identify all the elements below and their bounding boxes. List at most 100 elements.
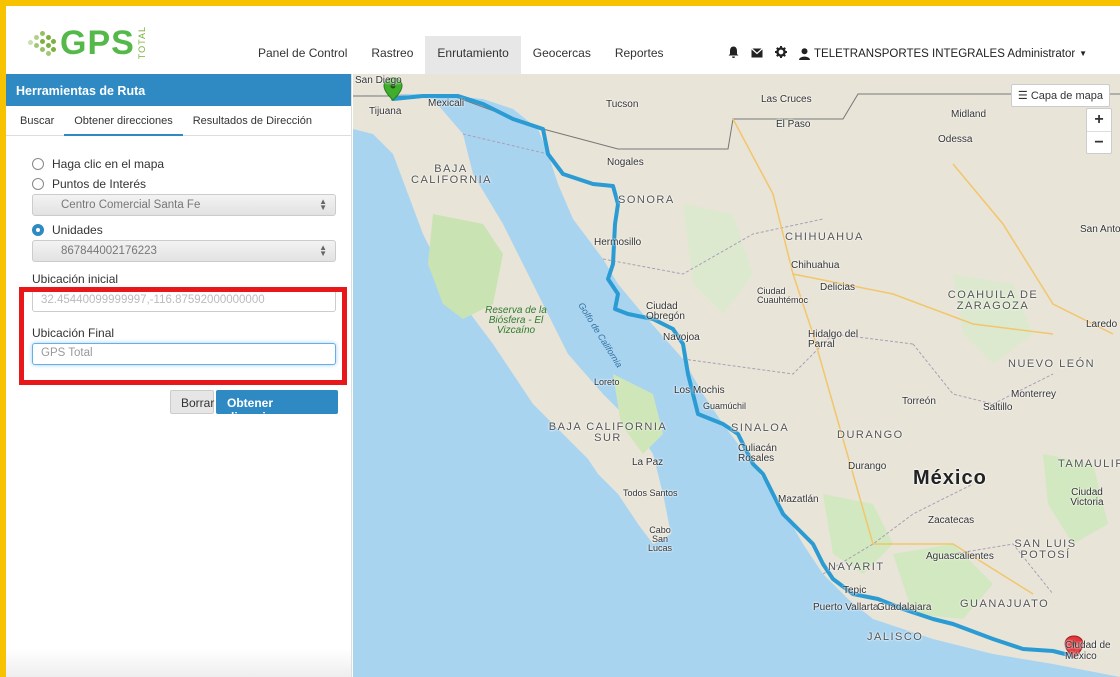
logo-text: GPS [60, 23, 135, 62]
user-menu[interactable]: TELETRANSPORTES INTEGRALES Administrator… [799, 48, 1087, 60]
radio-label: Unidades [52, 223, 103, 237]
radio-button[interactable] [32, 158, 44, 170]
nav-reportes[interactable]: Reportes [603, 36, 676, 74]
city-label: San Antonio [1080, 224, 1120, 235]
city-label: Mexicali [428, 98, 465, 109]
country-label: México [913, 467, 987, 489]
zoom-out-button[interactable]: − [1087, 131, 1111, 153]
radio-button-selected[interactable] [32, 224, 44, 236]
state-label: NAYARIT [828, 561, 885, 573]
city-label: Tepic [843, 585, 867, 596]
zoom-in-button[interactable]: + [1087, 109, 1111, 131]
city-label: Hidalgo del Parral [808, 329, 859, 350]
gps-total-logo[interactable]: GPS TOTAL [26, 23, 147, 62]
city-label: San Diego [355, 75, 402, 86]
city-label: Ciudad de México [1065, 640, 1111, 662]
state-label: JALISCO [867, 631, 924, 643]
radio-click-map[interactable]: Haga clic en el mapa [32, 154, 351, 174]
city-label: Navojoa [663, 332, 700, 343]
city-label: La Paz [632, 457, 664, 468]
city-label: Zacatecas [928, 515, 975, 526]
city-label: Tijuana [369, 106, 402, 117]
radio-poi[interactable]: Puntos de Interés [32, 174, 351, 194]
state-label: COAHUILA DE ZARAGOZA [947, 289, 1039, 312]
user-icon [799, 47, 810, 60]
city-label: Odessa [938, 134, 973, 145]
city-label: Los Mochis [674, 385, 725, 396]
city-label: Mazatlán [778, 494, 819, 505]
top-navbar: GPS TOTAL Panel de Control Rastreo Enrut… [6, 6, 1120, 74]
radio-label: Puntos de Interés [52, 177, 147, 191]
get-directions-button[interactable]: Obtener direcciones [216, 390, 338, 424]
nav-panel-de-control[interactable]: Panel de Control [246, 36, 359, 74]
select-arrows-icon: ▲ ▼ [319, 197, 327, 212]
logo-subtext: TOTAL [136, 26, 147, 60]
clear-button[interactable]: Borrar [170, 390, 214, 414]
units-select[interactable]: 867844002176223 ▲ ▼ [32, 240, 336, 262]
state-label: SONORA [618, 194, 675, 206]
city-label: Loreto [594, 377, 620, 387]
user-label: TELETRANSPORTES INTEGRALES Administrator [814, 47, 1076, 60]
nav-right-tools: TELETRANSPORTES INTEGRALES Administrator… [728, 46, 1087, 61]
tab-resultados-direccion[interactable]: Resultados de Dirección [183, 106, 322, 136]
state-label: SINALOA [731, 422, 790, 434]
state-label: SAN LUIS POTOSÍ [1014, 538, 1077, 561]
state-label: TAMAULIPAS [1058, 458, 1120, 470]
nav-geocercas[interactable]: Geocercas [521, 36, 603, 74]
city-label: El Paso [776, 119, 811, 130]
panel-title: Herramientas de Ruta [6, 74, 351, 106]
city-label: Laredo [1086, 319, 1118, 330]
annotation-highlight-box [19, 287, 347, 385]
city-label: Ciudad Victoria [1070, 487, 1104, 508]
caret-down-icon: ▼ [1079, 49, 1088, 58]
radio-units[interactable]: Unidades [32, 220, 351, 240]
city-label: Monterrey [1011, 389, 1057, 400]
menu-lines-icon: ☰ [1017, 90, 1028, 102]
nav-rastreo[interactable]: Rastreo [359, 36, 425, 74]
logo-dots-icon [26, 30, 56, 56]
state-label: GUANAJUATO [960, 598, 1050, 610]
envelope-icon[interactable] [751, 47, 763, 61]
state-label: CHIHUAHUA [785, 231, 864, 243]
select-arrows-icon: ▲ ▼ [319, 243, 327, 258]
city-label: Todos Santos [623, 488, 678, 498]
city-label: Las Cruces [761, 94, 812, 105]
radio-button[interactable] [32, 178, 44, 190]
tab-obtener-direcciones[interactable]: Obtener direcciones [64, 106, 183, 136]
city-label: Guamúchil [703, 401, 747, 411]
units-select-value: 867844002176223 [61, 245, 157, 257]
city-label: Durango [848, 461, 887, 472]
state-label: NUEVO LEÓN [1008, 358, 1096, 370]
city-label: Puerto Vallarta [813, 602, 879, 613]
start-location-label: Ubicación inicial [32, 272, 119, 286]
city-label: Hermosillo [594, 237, 642, 248]
panel-footer [6, 649, 351, 677]
nav-enrutamiento[interactable]: Enrutamiento [425, 36, 521, 74]
city-label: Delicias [820, 282, 856, 293]
city-label: Culiacán Rosales [738, 443, 777, 464]
radio-label: Haga clic en el mapa [52, 157, 165, 171]
city-label: Nogales [607, 157, 644, 168]
poi-select-value: Centro Comercial Santa Fe [61, 199, 201, 211]
main-nav: Panel de Control Rastreo Enrutamiento Ge… [246, 36, 676, 74]
city-label: Aguascalientes [926, 551, 994, 562]
map-canvas[interactable]: San Diego Tijuana Mexicali Tucson Las Cr… [353, 74, 1120, 677]
map-layer-button[interactable]: ☰ Capa de mapa [1010, 84, 1110, 107]
city-label: Tucson [606, 99, 639, 110]
city-label: Torreón [902, 396, 936, 407]
city-label: Guadalajara [877, 602, 932, 613]
zoom-control: + − [1086, 108, 1112, 154]
city-label: Midland [951, 109, 987, 120]
state-label: BAJA CALIFORNIA [411, 163, 493, 186]
city-label: Chihuahua [791, 260, 840, 271]
bell-icon[interactable] [728, 46, 739, 61]
gear-icon[interactable] [775, 46, 787, 61]
city-label: Ciudad Obregón [646, 301, 685, 322]
poi-select[interactable]: Centro Comercial Santa Fe ▲ ▼ [32, 194, 336, 216]
tab-buscar[interactable]: Buscar [10, 106, 64, 136]
panel-tabs: Buscar Obtener direcciones Resultados de… [6, 106, 351, 136]
city-label: Cabo San Lucas [647, 525, 673, 553]
park-label: Reserva de la Biósfera - El Vizcaíno [485, 305, 547, 336]
city-label: Saltillo [983, 402, 1013, 413]
city-label: Ciudad Cuauhtémoc [757, 286, 809, 305]
